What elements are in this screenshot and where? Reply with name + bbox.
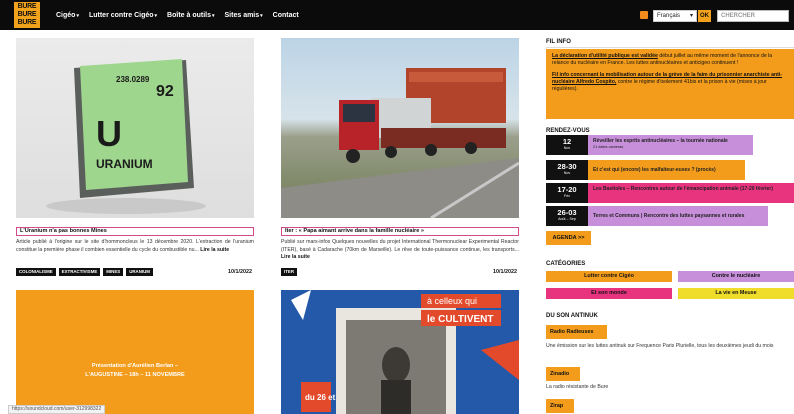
event-item[interactable]: 26-03 Août – Sep Terres et Communs | Renc…	[546, 206, 768, 226]
tag-badge[interactable]: COLONIALISME	[16, 268, 56, 276]
category-contre-le-nucleaire[interactable]: Contre le nucléaire	[678, 271, 794, 282]
antinuk-heading: DU SON ANTINUK	[546, 313, 598, 319]
event-item[interactable]: 28-30 Nov Et c'est qui (encore) les malfa…	[546, 160, 745, 180]
chevron-down-icon: ▾	[154, 12, 158, 19]
read-more-link[interactable]: Lire la suite	[281, 254, 310, 260]
event-title: Réveiller les esprits antinucléaires – l…	[588, 135, 753, 155]
nav-item-lutter[interactable]: Lutter contre Cigéo▾	[89, 12, 157, 19]
uranium-tile-illustration: 238.0289 92 U URANIUM	[46, 59, 206, 214]
tag-badge[interactable]: ITER	[281, 268, 298, 276]
rendez-vous-heading: RENDEZ-VOUS	[546, 128, 590, 134]
site-logo[interactable]: BURE BURE BURE	[14, 2, 40, 28]
language-select[interactable]: Français ▾	[653, 10, 697, 22]
event-item[interactable]: 12 Nov Réveiller les esprits antinucléair…	[546, 135, 753, 155]
nav-item-boite-outils[interactable]: Boîte à outils▾	[167, 12, 214, 19]
divider	[546, 47, 794, 48]
poster-illustration: à celleux qui le CULTIVENT du 26 et	[281, 290, 519, 414]
category-et-son-monde[interactable]: Et son monde	[546, 288, 672, 299]
fil-info-link[interactable]: La déclaration d'utilité publique est va…	[552, 53, 658, 59]
article-image-presentation[interactable]: Présentation d'Aurélien Berlan – L'AUGUS…	[16, 290, 254, 414]
event-date: 28-30 Nov	[546, 160, 588, 180]
nav-item-contact[interactable]: Contact	[273, 12, 299, 19]
event-date: 26-03 Août – Sep	[546, 206, 588, 226]
chevron-down-icon: ▾	[689, 13, 693, 19]
chevron-down-icon: ▾	[212, 12, 215, 19]
tag-badge[interactable]: EXTRACTIVISME	[58, 268, 101, 276]
radio-radieuses-button[interactable]: Radio Radieuses	[546, 325, 607, 339]
category-la-vie-en-meuse[interactable]: La vie en Meuse	[678, 288, 794, 299]
event-date: 17-20 Fév	[546, 183, 588, 203]
article-date: 10/1/2022	[228, 269, 252, 275]
main-menu: Cigéo▾ Lutter contre Cigéo▾ Boîte à outi…	[56, 0, 299, 30]
nav-item-sites-amis[interactable]: Sites amis▾	[225, 12, 263, 19]
fil-info-heading: FIL INFO	[546, 39, 571, 45]
article-excerpt: Publié sur mars-infos Quelques nouvelles…	[281, 239, 519, 261]
article-tags: ITER	[281, 268, 298, 276]
language-ok-button[interactable]: OK	[698, 10, 711, 22]
tag-badge[interactable]: MINES	[103, 268, 124, 276]
article-image-uranium[interactable]: 238.0289 92 U URANIUM	[16, 38, 254, 218]
svg-text:à celleux qui: à celleux qui	[427, 296, 477, 306]
article-image-poster[interactable]: à celleux qui le CULTIVENT du 26 et	[281, 290, 519, 414]
event-item[interactable]: 17-20 Fév Les Bastioles – Rencontres auto…	[546, 183, 794, 203]
article-title[interactable]: Iter : « Papa aimant arrive dans la fami…	[281, 227, 519, 236]
svg-text:du 26 et: du 26 et	[305, 393, 336, 402]
radio-description: Une émission sur les luttes antinuk sur …	[546, 343, 774, 349]
category-lutter-contre-cigeo[interactable]: Lutter contre Cigéo	[546, 271, 672, 282]
event-title: Les Bastioles – Rencontres autour de l'é…	[588, 183, 794, 203]
promo-text: Présentation d'Aurélien Berlan – L'AUGUS…	[85, 363, 185, 378]
event-title: Terres et Communs | Rencontre des luttes…	[588, 206, 768, 226]
article-image-trucks[interactable]	[281, 38, 519, 218]
categories-heading: CATÉGORIES	[546, 261, 586, 267]
event-date: 12 Nov	[546, 135, 588, 155]
zinadio-button[interactable]: Zinadio	[546, 367, 580, 381]
svg-text:U: U	[96, 113, 122, 154]
svg-text:le CULTIVENT: le CULTIVENT	[427, 314, 493, 325]
article-tags: COLONIALISME EXTRACTIVISME MINES URANIUM	[16, 268, 153, 276]
article-excerpt: Article publié à l'origine sur le site d…	[16, 239, 254, 253]
event-title: Et c'est qui (encore) les malfaiteur-eus…	[588, 160, 745, 180]
svg-text:238.0289: 238.0289	[116, 75, 150, 84]
zirap-button[interactable]: Zirap	[546, 399, 574, 413]
status-url: https://soundcloud.com/user-312998322	[8, 405, 106, 414]
trucks-photo	[281, 68, 519, 218]
search-input[interactable]: CHERCHER	[717, 10, 789, 22]
fil-info-box: La déclaration d'utilité publique est va…	[546, 49, 794, 119]
tag-badge[interactable]: URANIUM	[126, 268, 153, 276]
article-date: 10/1/2022	[493, 269, 517, 275]
read-more-link[interactable]: Lire la suite	[200, 247, 229, 253]
chevron-down-icon: ▾	[76, 12, 79, 19]
svg-text:92: 92	[156, 83, 174, 100]
chevron-down-icon: ▾	[260, 12, 263, 19]
nav-item-cigeo[interactable]: Cigéo▾	[56, 12, 79, 19]
radio-description: La radio résistante de Bure	[546, 384, 609, 390]
agenda-button[interactable]: AGENDA >>	[546, 231, 591, 245]
rss-icon[interactable]	[640, 11, 648, 19]
article-title[interactable]: L'Uranium n'a pas bonnes Mines	[16, 227, 254, 236]
svg-text:URANIUM: URANIUM	[96, 157, 153, 171]
top-nav-bar: BURE BURE BURE Cigéo▾ Lutter contre Cigé…	[0, 0, 794, 30]
